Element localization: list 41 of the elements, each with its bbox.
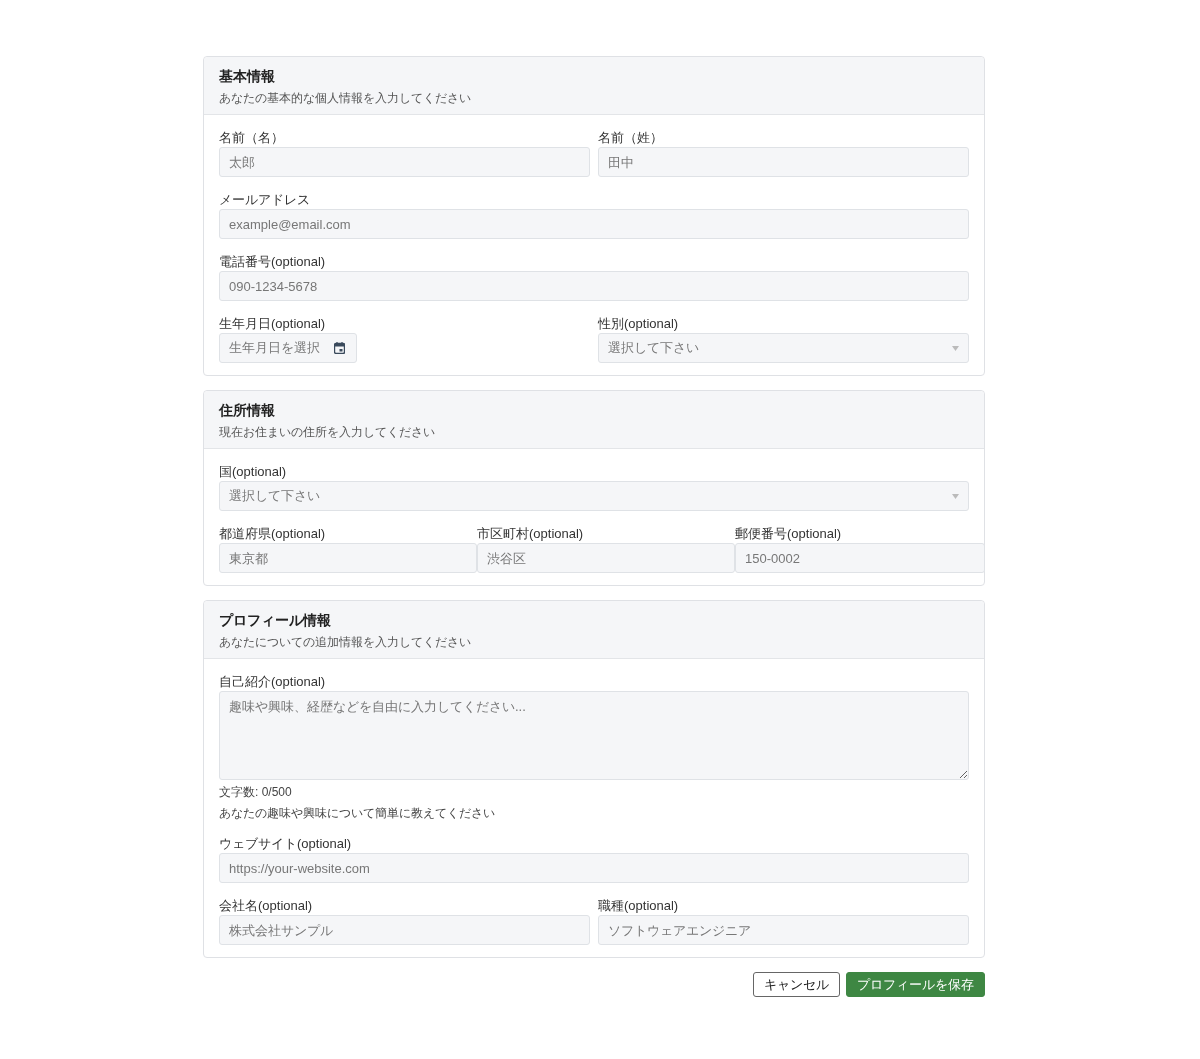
field-label: メールアドレス (219, 191, 311, 209)
section-title: 基本情報 (219, 67, 276, 86)
section-title: プロフィール情報 (219, 611, 332, 630)
field-label: 市区町村(optional) (477, 525, 585, 543)
field-label: 会社名(optional) (219, 897, 314, 915)
field-label: 自己紹介(optional) (219, 673, 327, 691)
save-button[interactable]: プロフィールを保存 (846, 972, 985, 997)
help-text: あなたの趣味や興味について簡単に教えてください (219, 806, 496, 821)
text-field[interactable]: example@email.com (219, 209, 969, 239)
field-label: 郵便番号(optional) (735, 525, 843, 543)
field-label: 職種(optional) (598, 897, 680, 915)
caret-icon (952, 345, 959, 351)
date-field[interactable]: 生年月日を選択 (219, 333, 357, 363)
textarea-field[interactable]: 趣味や興味、経歴などを自由に入力してください... (219, 691, 969, 780)
text-field[interactable]: 渋谷区 (477, 543, 735, 573)
field-label: 名前（姓） (598, 129, 664, 147)
character-count: 文字数: 0/500 (219, 785, 293, 800)
select-dropdown[interactable]: 選択して下さい (219, 481, 969, 511)
field-label: 国(optional) (219, 463, 288, 481)
field-label: 名前（名） (219, 129, 285, 147)
field-label: 電話番号(optional) (219, 253, 327, 271)
text-field[interactable]: 太郎 (219, 147, 590, 177)
calendar-icon (334, 342, 345, 354)
section-title: 住所情報 (219, 401, 276, 420)
section-subtitle: あなたについての追加情報を入力してください (219, 634, 472, 650)
text-field[interactable]: 株式会社サンプル (219, 915, 590, 945)
text-field[interactable]: 東京都 (219, 543, 477, 573)
field-label: ウェブサイト(optional) (219, 835, 353, 853)
cancel-button[interactable]: キャンセル (753, 972, 840, 997)
caret-icon (952, 493, 959, 499)
section-subtitle: 現在お住まいの住所を入力してください (219, 424, 436, 440)
section-subtitle: あなたの基本的な個人情報を入力してください (219, 90, 472, 106)
field-label: 性別(optional) (598, 315, 680, 333)
field-label: 都道府県(optional) (219, 525, 327, 543)
text-field[interactable]: https://your-website.com (219, 853, 969, 883)
text-field[interactable]: 150-0002 (735, 543, 985, 573)
field-label: 生年月日(optional) (219, 315, 327, 333)
text-field[interactable]: ソフトウェアエンジニア (598, 915, 969, 945)
select-dropdown[interactable]: 選択して下さい (598, 333, 969, 363)
text-field[interactable]: 田中 (598, 147, 969, 177)
text-field[interactable]: 090-1234-5678 (219, 271, 969, 301)
